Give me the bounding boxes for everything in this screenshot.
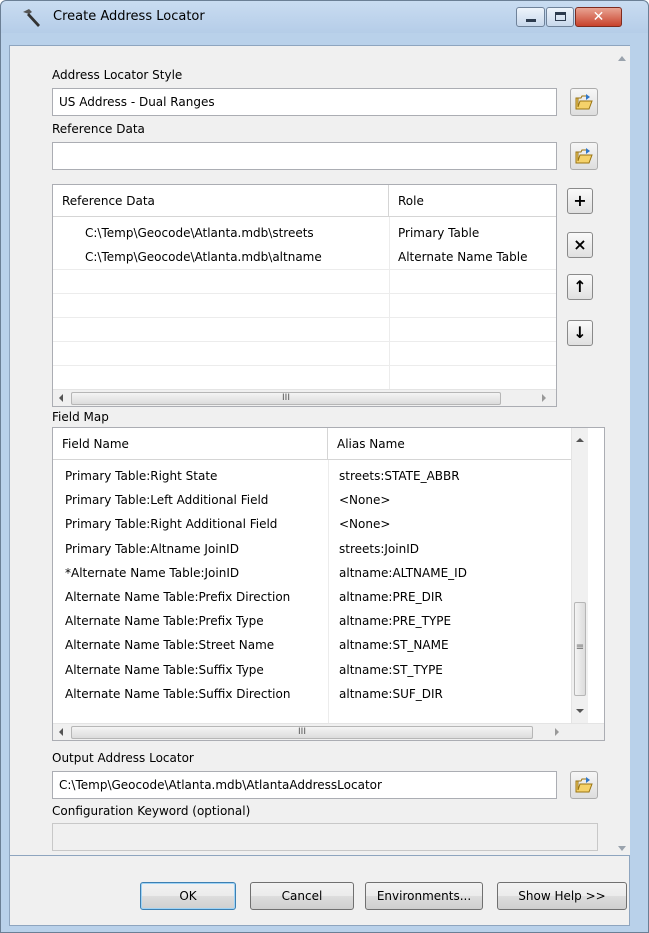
minimize-icon: [526, 19, 536, 22]
output-locator-label: Output Address Locator: [52, 751, 194, 765]
maximize-button[interactable]: [546, 7, 574, 27]
locator-style-label: Address Locator Style: [52, 68, 183, 82]
field-name-cell: Alternate Name Table:Prefix Direction: [65, 590, 291, 604]
scroll-down-icon[interactable]: [618, 846, 626, 851]
field-map-row[interactable]: Alternate Name Table:Prefix Direction alt…: [53, 585, 571, 609]
field-name-cell: Alternate Name Table:Suffix Type: [65, 662, 264, 677]
grid-line: [53, 317, 556, 318]
dialog-window: Create Address Locator ✕ Address Locator…: [0, 0, 649, 933]
reference-data-table[interactable]: Reference Data Role C:\Temp\Geocode\Atla…: [52, 184, 557, 407]
field-map-row[interactable]: Primary Table:Left Additional Field <None…: [53, 488, 571, 512]
field-name-cell: Alternate Name Table:Prefix Type: [65, 614, 264, 629]
move-up-button[interactable]: ↑: [567, 274, 593, 300]
grid-line: [53, 341, 556, 342]
scroll-thumb[interactable]: III: [71, 726, 533, 739]
table-row[interactable]: C:\Temp\Geocode\Atlanta.mdb\streets Prim…: [53, 221, 556, 245]
field-name-cell: Primary Table:Right State: [65, 469, 218, 483]
hammer-icon: [23, 9, 40, 27]
maximize-icon: [555, 12, 566, 21]
scroll-thumb[interactable]: III: [71, 392, 501, 405]
field-map-row[interactable]: Alternate Name Table:Prefix Type altname:…: [53, 609, 571, 633]
scroll-thumb[interactable]: ≡: [574, 602, 586, 696]
field-map-vscrollbar[interactable]: ≡: [571, 428, 588, 723]
column-header-field-name[interactable]: Field Name: [53, 428, 328, 460]
alias-name-cell: <None>: [339, 517, 391, 532]
open-folder-icon: [575, 777, 593, 793]
field-map-row[interactable]: *Alternate Name Table:JoinID altname:ALTN…: [53, 561, 571, 585]
field-map-row[interactable]: Primary Table:Right State streets:STATE_A…: [53, 464, 571, 488]
dialog-scrollbar[interactable]: [614, 46, 630, 855]
column-header-reference-data[interactable]: Reference Data: [53, 185, 389, 217]
table-cell-role: Alternate Name Table: [398, 250, 528, 264]
button-bar: OK Cancel Environments... Show Help >>: [9, 856, 630, 926]
scroll-up-icon[interactable]: [618, 56, 626, 61]
output-locator-input[interactable]: C:\Temp\Geocode\Atlanta.mdb\AtlantaAddre…: [52, 771, 557, 799]
field-map-row[interactable]: Primary Table:Right Additional Field <Non…: [53, 512, 571, 536]
reference-data-browse-button[interactable]: [570, 142, 598, 170]
field-map-hscrollbar[interactable]: III: [53, 723, 604, 740]
table-cell-reference: C:\Temp\Geocode\Atlanta.mdb\altname: [85, 250, 322, 264]
locator-style-browse-button[interactable]: [570, 88, 598, 116]
show-help-button[interactable]: Show Help >>: [497, 882, 627, 910]
alias-name-cell: streets:STATE_ABBR: [339, 469, 460, 483]
field-map-table[interactable]: Field Name Alias Name Primary Table:Righ…: [52, 427, 605, 741]
ok-button[interactable]: OK: [140, 882, 236, 910]
field-map-row[interactable]: Alternate Name Table:Suffix Type altname:…: [53, 658, 571, 682]
window-title: Create Address Locator: [53, 9, 205, 24]
reference-data-label: Reference Data: [52, 122, 145, 136]
field-name-cell: Alternate Name Table:Suffix Direction: [65, 686, 291, 701]
config-keyword-input[interactable]: [52, 823, 598, 851]
alias-name-cell: altname:ST_TYPE: [339, 662, 443, 677]
environments-button[interactable]: Environments...: [365, 882, 483, 910]
scroll-down-icon[interactable]: [576, 709, 584, 713]
alias-name-cell: altname:SUF_DIR: [339, 686, 443, 701]
table-cell-reference: C:\Temp\Geocode\Atlanta.mdb\streets: [85, 226, 314, 240]
field-map-label: Field Map: [52, 410, 109, 424]
open-folder-icon: [575, 94, 593, 110]
field-map-row[interactable]: Primary Table:Altname JoinID streets:Join…: [53, 537, 571, 561]
reference-table-hscrollbar[interactable]: III: [53, 389, 556, 406]
grid-line: [53, 269, 556, 270]
close-icon: ✕: [592, 9, 605, 25]
remove-button[interactable]: ×: [567, 232, 593, 258]
field-name-cell: Alternate Name Table:Street Name: [65, 638, 275, 653]
field-name-cell: Primary Table:Right Additional Field: [65, 517, 278, 532]
column-header-alias-name[interactable]: Alias Name: [328, 428, 588, 460]
alias-name-cell: streets:JoinID: [339, 541, 419, 556]
scroll-left-icon[interactable]: [59, 728, 63, 736]
alias-name-cell: altname:ALTNAME_ID: [339, 565, 467, 580]
column-header-role[interactable]: Role: [389, 185, 556, 217]
reference-data-input[interactable]: [52, 142, 557, 170]
locator-style-input[interactable]: US Address - Dual Ranges: [52, 88, 557, 116]
output-locator-browse-button[interactable]: [570, 771, 598, 799]
scroll-up-icon[interactable]: [576, 438, 584, 442]
minimize-button[interactable]: [516, 7, 545, 27]
alias-name-cell: altname:ST_NAME: [339, 638, 449, 653]
config-keyword-label: Configuration Keyword (optional): [52, 804, 251, 818]
dialog-body: Address Locator Style US Address - Dual …: [9, 45, 630, 856]
grid-line: [53, 365, 556, 366]
table-cell-role: Primary Table: [398, 226, 480, 240]
open-folder-icon: [575, 148, 593, 164]
move-down-button[interactable]: ↓: [567, 320, 593, 346]
cancel-button[interactable]: Cancel: [250, 882, 354, 910]
scroll-right-icon[interactable]: [542, 394, 546, 402]
field-name-cell: *Alternate Name Table:JoinID: [65, 565, 240, 580]
field-map-row[interactable]: Alternate Name Table:Street Name altname:…: [53, 633, 571, 657]
field-name-cell: Primary Table:Altname JoinID: [65, 541, 239, 556]
title-bar[interactable]: Create Address Locator ✕: [1, 1, 648, 33]
grid-line: [53, 293, 556, 294]
alias-name-cell: altname:PRE_DIR: [339, 590, 443, 604]
field-map-row[interactable]: Alternate Name Table:Suffix Direction alt…: [53, 682, 571, 706]
table-row[interactable]: C:\Temp\Geocode\Atlanta.mdb\altname Alte…: [53, 245, 556, 269]
scroll-left-icon[interactable]: [59, 394, 63, 402]
alias-name-cell: altname:PRE_TYPE: [339, 614, 452, 629]
add-button[interactable]: +: [567, 188, 593, 214]
field-name-cell: Primary Table:Left Additional Field: [65, 493, 269, 508]
scroll-right-icon[interactable]: [555, 728, 559, 736]
close-button[interactable]: ✕: [575, 7, 622, 27]
grid-line: [328, 460, 329, 723]
alias-name-cell: <None>: [339, 493, 391, 508]
grid-line: [389, 217, 390, 389]
